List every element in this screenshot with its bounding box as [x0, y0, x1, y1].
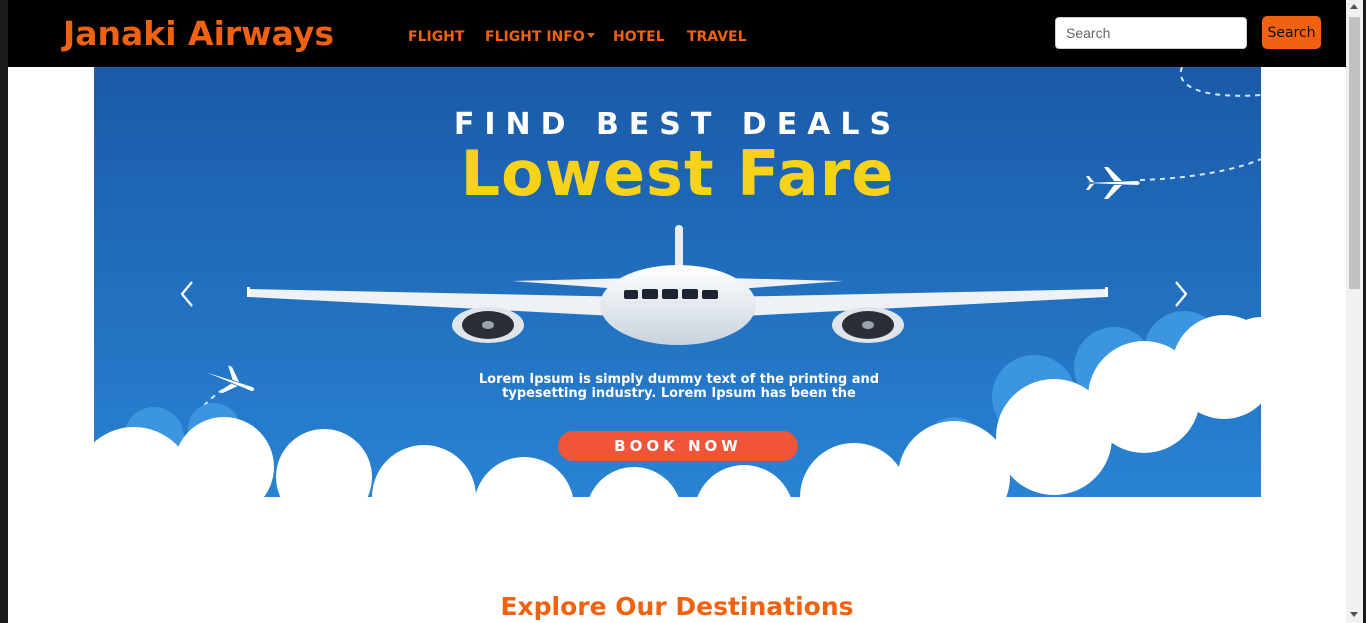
nav-link-hotel[interactable]: HOTEL — [613, 29, 665, 45]
chevron-left-icon[interactable] — [176, 279, 200, 309]
hero-carousel: FIND BEST DEALS Lowest Fare Lorem Ipsum … — [94, 67, 1261, 527]
banner-description-line-2: typesetting industry. Lorem Ipsum has be… — [502, 386, 856, 401]
section-title: Explore Our Destinations — [500, 592, 854, 621]
page-viewport: Janaki Airways FLIGHT FLIGHT INFO HOTEL … — [8, 0, 1346, 623]
nav-link-travel[interactable]: TRAVEL — [687, 29, 747, 45]
scroll-up-arrow[interactable] — [1350, 4, 1358, 9]
scroll-thumb[interactable] — [1349, 17, 1360, 289]
chevron-right-icon[interactable] — [1168, 279, 1192, 309]
banner-headline-main: Lowest Fare — [460, 137, 895, 210]
search-input[interactable] — [1055, 17, 1247, 49]
vertical-scrollbar[interactable] — [1346, 0, 1363, 623]
caret-down-icon — [586, 33, 595, 38]
search-button[interactable]: Search — [1262, 16, 1321, 49]
nav-link-flight[interactable]: FLIGHT — [408, 29, 464, 45]
banner-description-line-1: Lorem Ipsum is simply dummy text of the … — [478, 372, 880, 387]
navbar: Janaki Airways FLIGHT FLIGHT INFO HOTEL … — [8, 0, 1346, 67]
nav-link-flight-info[interactable]: FLIGHT INFO — [485, 29, 595, 45]
banner-description: Lorem Ipsum is simply dummy text of the … — [384, 373, 974, 401]
scroll-down-arrow[interactable] — [1350, 612, 1358, 617]
book-now-button[interactable]: BOOK NOW — [558, 431, 798, 461]
nav-link-flight-info-label: FLIGHT INFO — [485, 29, 585, 45]
brand-logo[interactable]: Janaki Airways — [63, 14, 334, 53]
